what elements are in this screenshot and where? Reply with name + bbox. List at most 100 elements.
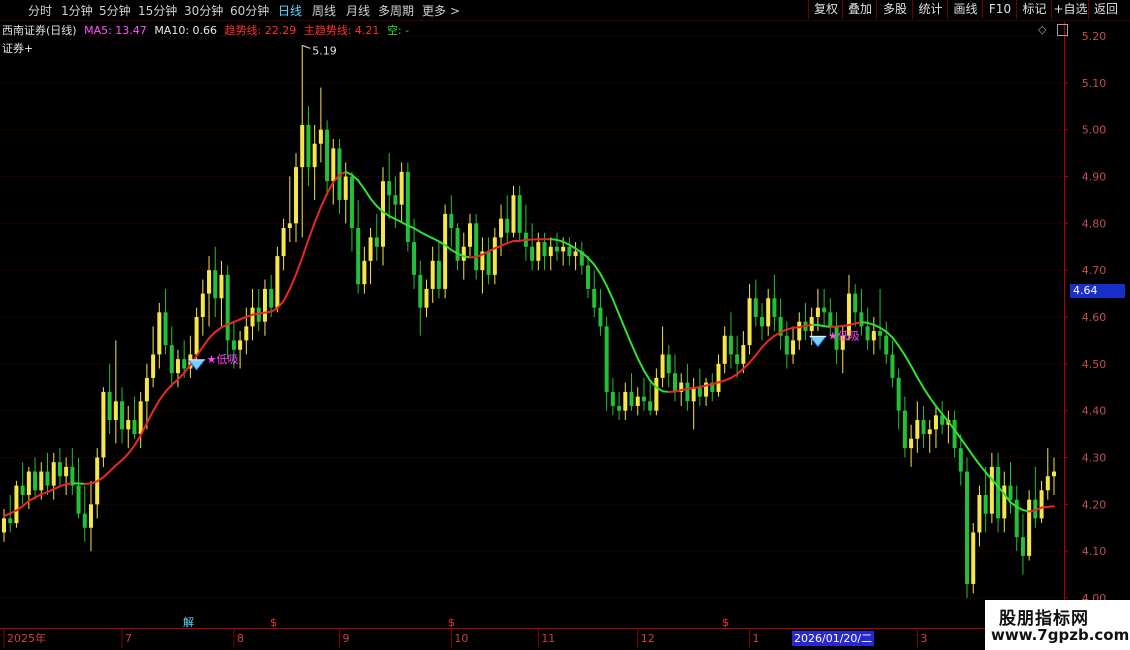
toolbar-button-3[interactable]: 统计: [912, 0, 948, 19]
trend-line-segment: [133, 434, 142, 447]
trend-line-segment: [903, 354, 913, 367]
candle-body: [896, 377, 901, 411]
tab-10[interactable]: 更多 >: [422, 2, 460, 19]
ma5-value: MA5: 13.47: [84, 24, 147, 37]
tab-8[interactable]: 月线: [346, 2, 370, 19]
candle-body: [57, 462, 62, 477]
toolbar-button-2[interactable]: 多股: [876, 0, 913, 19]
window-toggle-icon[interactable]: [1057, 24, 1068, 36]
tab-3[interactable]: 15分钟: [138, 2, 177, 19]
candle-body: [1052, 471, 1056, 477]
tab-2[interactable]: 5分钟: [99, 2, 131, 19]
candle-body: [250, 307, 255, 327]
candle-body: [151, 354, 156, 378]
price-tick-label: 4.70: [1082, 264, 1107, 277]
toolbar-button-0[interactable]: 复权: [808, 0, 843, 19]
candle-body: [368, 237, 373, 261]
trend-line-segment: [21, 499, 30, 508]
candle-body: [275, 256, 280, 308]
candle-body: [548, 246, 553, 257]
buy-diamond-icon: [808, 335, 827, 348]
trend-line-segment: [891, 336, 900, 347]
toolbar-button-7[interactable]: +自选: [1051, 0, 1089, 19]
trend-line-segment: [916, 376, 925, 389]
candle-body: [909, 438, 914, 449]
candle-body: [890, 354, 895, 378]
candle-body: [822, 307, 827, 313]
candle-body: [610, 391, 615, 406]
candle-body: [287, 223, 292, 229]
candle-body: [685, 382, 690, 402]
tab-9[interactable]: 多周期: [378, 2, 414, 19]
kline-chart[interactable]: 5.20 5.10 5.00 4.90 4.80 4.70 4.60 4.50 4.40 4.30…: [0, 0, 1130, 650]
trend-line-segment: [562, 240, 571, 246]
candle-body: [281, 228, 286, 257]
candle-body: [76, 485, 81, 514]
candle-body: [1020, 537, 1025, 556]
candle-body: [598, 307, 603, 327]
trend-line-segment: [46, 488, 55, 494]
trend-line-segment: [102, 470, 111, 479]
price-tick-label: 4.80: [1082, 217, 1107, 230]
toolbar-button-5[interactable]: F10: [982, 0, 1017, 19]
candle-body: [623, 391, 628, 411]
tab-5[interactable]: 60分钟: [230, 2, 269, 19]
candle-body: [1045, 476, 1050, 491]
candle-body: [747, 298, 752, 346]
candle-body: [14, 485, 19, 524]
candle-body: [219, 274, 224, 299]
price-tick-label: 5.10: [1082, 77, 1107, 90]
toolbar-button-1[interactable]: 叠加: [842, 0, 877, 19]
candle-body: [635, 396, 640, 406]
trend-line-segment: [599, 273, 608, 287]
candle-body: [617, 405, 622, 411]
crosshair-date-box: 2026/01/20/二: [792, 631, 875, 646]
trend-line-segment: [431, 237, 440, 243]
indicator-sublabel: 证券+: [2, 42, 34, 55]
candle-body: [138, 401, 143, 435]
tab-7[interactable]: 周线: [312, 2, 336, 19]
candle-body: [449, 213, 454, 229]
trend-line-segment: [630, 343, 639, 360]
time-tick-label: 9: [343, 632, 350, 645]
tab-0[interactable]: 分时: [28, 2, 52, 19]
main-trend-value: 主趋势线: 4.21: [303, 24, 380, 37]
trend-line-segment: [295, 256, 304, 276]
toolbar-button-8[interactable]: 返回: [1088, 0, 1123, 19]
candle-body: [175, 359, 180, 374]
candle-body: [101, 391, 106, 458]
trend-line-segment: [922, 386, 931, 399]
candle-body: [604, 326, 609, 392]
candle-body: [573, 251, 578, 257]
candle-body: [933, 415, 938, 430]
candle-body: [418, 274, 423, 308]
candle-body: [45, 471, 50, 486]
candle-body: [492, 237, 497, 275]
trend-value: 趋势线: 22.29: [224, 24, 297, 37]
trend-line-segment: [201, 337, 211, 348]
trend-line-segment: [593, 263, 602, 276]
tab-1[interactable]: 1分钟: [61, 2, 93, 19]
time-tick-label: 3: [920, 632, 927, 645]
candle-body: [697, 387, 702, 397]
trend-line-segment: [413, 227, 422, 233]
candle-body: [1039, 490, 1044, 519]
diamond-icon[interactable]: ◇: [1038, 23, 1046, 36]
price-axis-line: [1064, 22, 1065, 628]
candle-body: [306, 124, 311, 168]
toolbar-button-4[interactable]: 画线: [947, 0, 983, 19]
trend-line-segment: [897, 344, 906, 357]
trend-line-segment: [108, 464, 117, 473]
candle-body: [8, 518, 13, 524]
candle-body: [200, 293, 205, 317]
tab-6[interactable]: 日线: [278, 2, 302, 19]
candle-body: [660, 354, 665, 378]
candle-body: [586, 265, 591, 289]
tab-4[interactable]: 30分钟: [184, 2, 223, 19]
trend-line-segment: [145, 410, 155, 425]
toolbar-button-6[interactable]: 标记: [1016, 0, 1052, 19]
candle-body: [318, 129, 323, 144]
candle-body: [629, 391, 634, 406]
candle-body: [871, 331, 876, 341]
event-marker-jie: 解: [183, 615, 194, 629]
